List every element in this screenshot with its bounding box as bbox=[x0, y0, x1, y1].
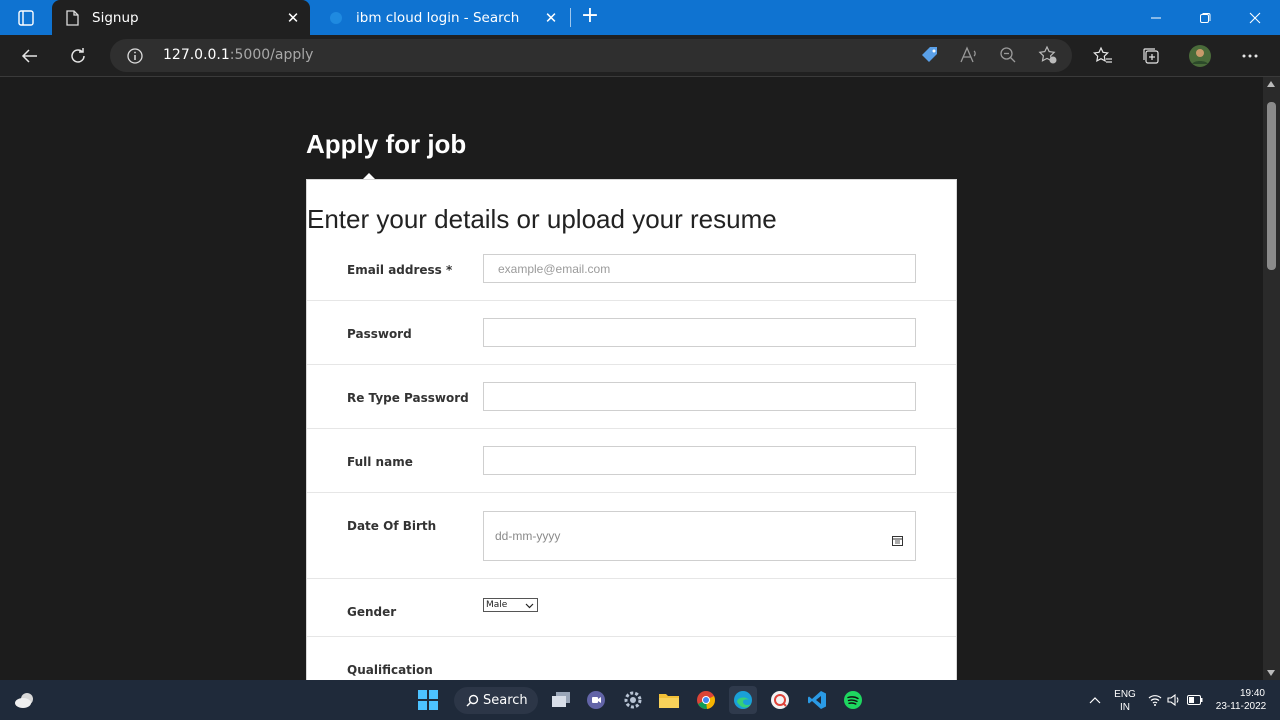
new-tab-button[interactable]: + bbox=[578, 5, 602, 29]
form-row-retype-password: Re Type Password bbox=[307, 365, 956, 429]
language-indicator[interactable]: ENG IN bbox=[1110, 688, 1140, 714]
page-icon bbox=[64, 9, 80, 26]
password-label: Password bbox=[347, 327, 412, 341]
read-aloud-icon[interactable] bbox=[953, 39, 985, 71]
close-tab-icon[interactable]: ✕ bbox=[540, 7, 562, 29]
lang-line-2: IN bbox=[1120, 702, 1130, 713]
tab-ibm-search[interactable]: ibm cloud login - Search ✕ bbox=[314, 0, 568, 35]
email-label: Email address * bbox=[347, 263, 453, 277]
restore-button[interactable] bbox=[1181, 0, 1229, 35]
weather-icon[interactable] bbox=[11, 686, 39, 714]
gender-select[interactable]: Male bbox=[483, 598, 538, 612]
clock-time: 19:40 bbox=[1239, 688, 1265, 699]
teams-chat-icon[interactable] bbox=[582, 686, 610, 714]
chrome-icon[interactable] bbox=[692, 686, 720, 714]
gender-select-value: Male bbox=[486, 600, 508, 610]
windows-taskbar: Search ENG IN 19:40 23-11-2022 bbox=[0, 680, 1280, 720]
calendar-icon[interactable] bbox=[892, 531, 903, 546]
url-host: 127.0.0.1 bbox=[163, 47, 230, 63]
form-title: Enter your details or upload your resume bbox=[307, 204, 777, 234]
clock[interactable]: 19:40 23-11-2022 bbox=[1210, 687, 1272, 713]
edge-icon[interactable] bbox=[729, 686, 757, 714]
form-row-gender: Gender Male bbox=[307, 579, 956, 637]
password-input[interactable] bbox=[483, 318, 916, 347]
form-row-email: Email address * bbox=[307, 236, 956, 301]
form-row-password: Password bbox=[307, 301, 956, 365]
page-scrollbar[interactable] bbox=[1263, 77, 1280, 680]
spotify-icon[interactable] bbox=[839, 686, 867, 714]
site-info-icon[interactable] bbox=[126, 47, 144, 65]
favorites-icon[interactable] bbox=[1087, 40, 1119, 72]
settings-gear-icon[interactable] bbox=[619, 686, 647, 714]
chevron-up-icon[interactable] bbox=[1082, 686, 1108, 714]
zoom-out-icon[interactable] bbox=[992, 39, 1024, 71]
volume-icon[interactable] bbox=[1165, 686, 1183, 714]
form-row-dob: Date Of Birth dd-mm-yyyy bbox=[307, 493, 956, 579]
clock-date: 23-11-2022 bbox=[1215, 701, 1267, 712]
bing-icon bbox=[328, 10, 344, 26]
chevron-down-icon bbox=[525, 601, 534, 610]
apply-form: Enter your details or upload your resume… bbox=[306, 179, 957, 680]
gender-label: Gender bbox=[347, 605, 397, 619]
dob-placeholder: dd-mm-yyyy bbox=[495, 529, 561, 543]
collections-icon[interactable] bbox=[1135, 40, 1167, 72]
add-favorite-icon[interactable] bbox=[1032, 39, 1064, 71]
fullname-input[interactable] bbox=[483, 446, 916, 475]
dob-label: Date Of Birth bbox=[347, 519, 437, 533]
scroll-thumb[interactable] bbox=[1267, 102, 1276, 270]
refresh-button[interactable] bbox=[62, 40, 94, 72]
tab-signup[interactable]: Signup ✕ bbox=[52, 0, 310, 35]
file-explorer-icon[interactable] bbox=[655, 686, 683, 714]
tab-title: Signup bbox=[92, 9, 139, 26]
scroll-down-arrow[interactable] bbox=[1267, 670, 1275, 676]
fullname-label: Full name bbox=[347, 455, 413, 469]
minimize-button[interactable] bbox=[1132, 0, 1180, 35]
back-button[interactable] bbox=[14, 40, 46, 72]
scroll-up-arrow[interactable] bbox=[1267, 81, 1275, 87]
vscode-icon[interactable] bbox=[803, 686, 831, 714]
browser-tab-bar: Signup ✕ ibm cloud login - Search ✕ + bbox=[0, 0, 1280, 35]
address-bar[interactable]: 127.0.0.1:5000/apply bbox=[110, 39, 1072, 72]
battery-icon[interactable] bbox=[1185, 686, 1205, 714]
task-view-icon[interactable] bbox=[547, 686, 575, 714]
shopping-tag-icon[interactable] bbox=[914, 39, 946, 71]
url-path: :5000/apply bbox=[229, 47, 314, 63]
dob-input[interactable]: dd-mm-yyyy bbox=[483, 511, 916, 561]
profile-avatar[interactable] bbox=[1184, 40, 1216, 72]
more-options-icon[interactable] bbox=[1234, 40, 1266, 72]
tab-separator bbox=[570, 8, 571, 27]
app-icon[interactable] bbox=[766, 686, 794, 714]
close-tab-icon[interactable]: ✕ bbox=[282, 7, 304, 29]
email-input[interactable] bbox=[483, 254, 916, 283]
url-text: 127.0.0.1:5000/apply bbox=[163, 47, 313, 63]
retype-password-input[interactable] bbox=[483, 382, 916, 411]
form-row-qualification: Qualification bbox=[307, 637, 956, 680]
wifi-icon[interactable] bbox=[1146, 686, 1164, 714]
qualification-label: Qualification bbox=[347, 663, 433, 677]
tab-title: ibm cloud login - Search bbox=[356, 9, 520, 26]
tab-actions-icon[interactable] bbox=[12, 7, 40, 29]
retype-password-label: Re Type Password bbox=[347, 391, 469, 405]
form-row-fullname: Full name bbox=[307, 429, 956, 493]
close-window-button[interactable] bbox=[1231, 0, 1279, 35]
page-content: Apply for job Enter your details or uplo… bbox=[0, 77, 1263, 680]
search-label: Search bbox=[483, 693, 528, 708]
browser-toolbar: 127.0.0.1:5000/apply bbox=[0, 35, 1280, 77]
search-icon bbox=[466, 694, 479, 707]
taskbar-search[interactable]: Search bbox=[454, 687, 538, 714]
lang-line-1: ENG bbox=[1114, 689, 1136, 700]
page-title: Apply for job bbox=[306, 129, 467, 159]
start-icon[interactable] bbox=[414, 686, 442, 714]
